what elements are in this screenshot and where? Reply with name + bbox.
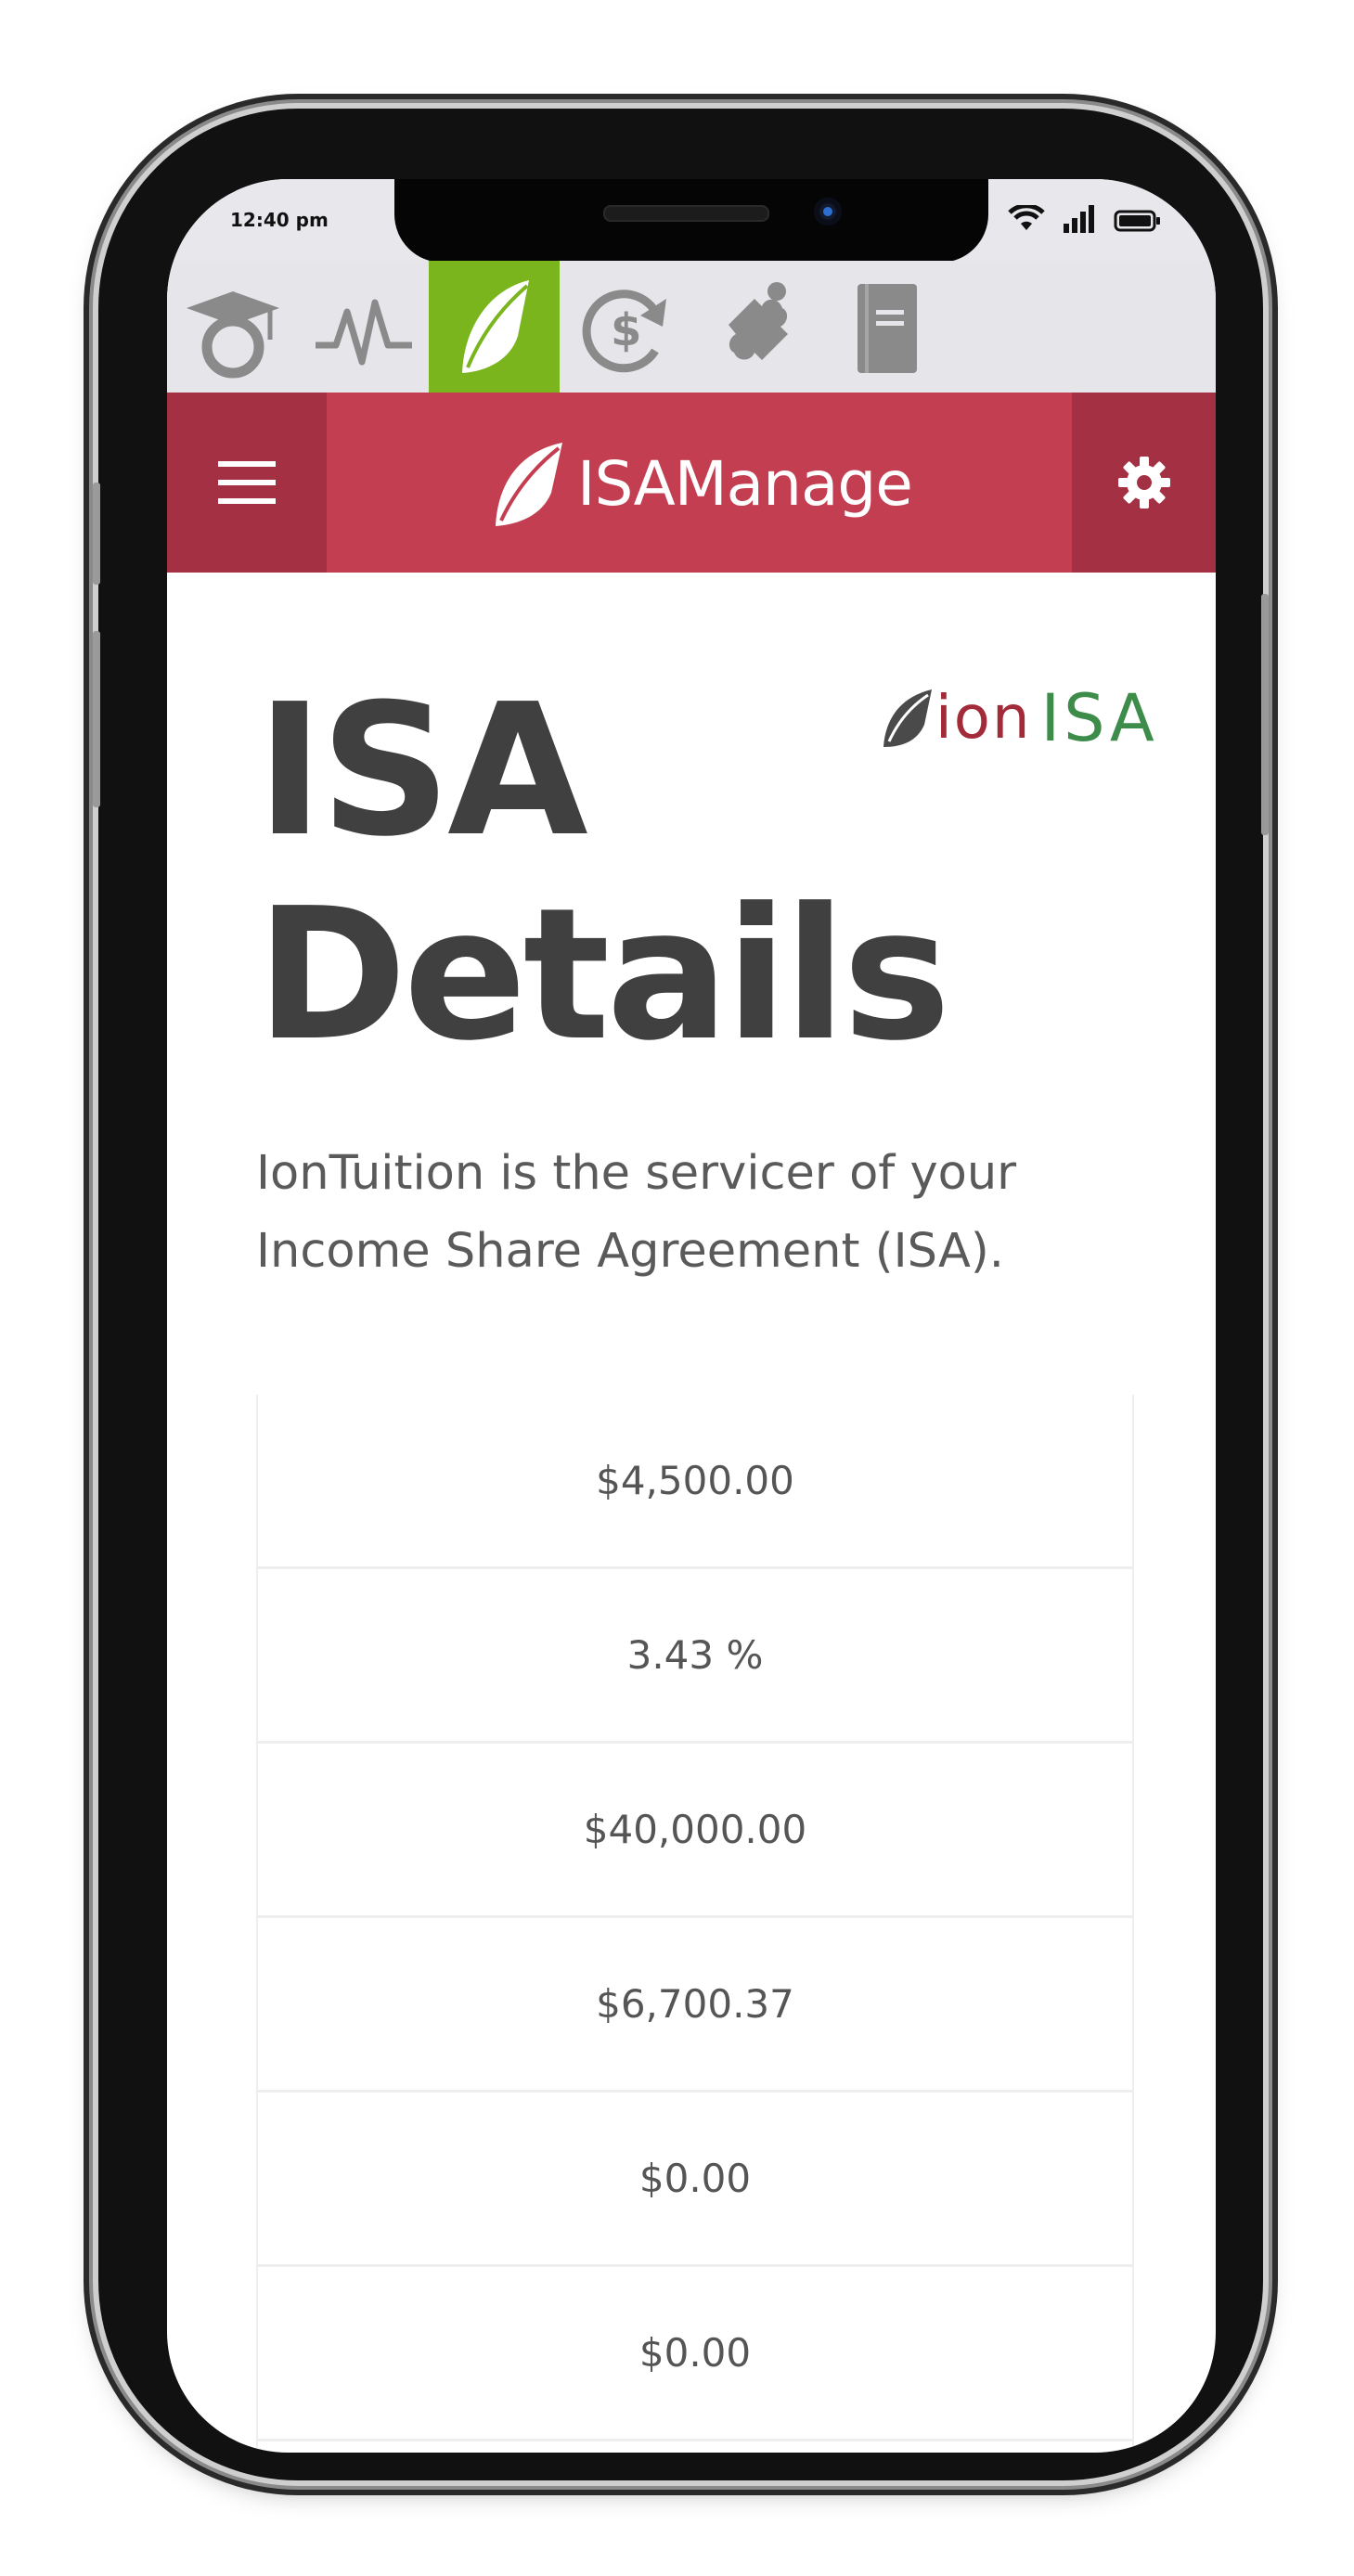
brand-logo: ISAManage bbox=[490, 439, 913, 528]
app-header: ISAManage bbox=[167, 393, 1216, 573]
svg-text:$: $ bbox=[611, 304, 641, 356]
table-row: $40,000.00 bbox=[258, 1744, 1132, 1918]
front-camera bbox=[814, 198, 842, 225]
tab-documents[interactable] bbox=[821, 261, 952, 393]
settings-button[interactable] bbox=[1072, 393, 1216, 573]
speaker-grille bbox=[603, 205, 769, 222]
table-row: $4,500.00 bbox=[258, 1395, 1132, 1569]
tab-activity[interactable] bbox=[298, 261, 429, 393]
pulse-icon bbox=[315, 299, 412, 366]
table-row: $0.00 bbox=[258, 2093, 1132, 2267]
page-subtitle: IonTuition is the servicer of your Incom… bbox=[256, 1146, 1017, 1279]
status-time: 12:40 pm bbox=[230, 209, 329, 231]
app-switcher-tabs: $ bbox=[167, 261, 1216, 393]
status-icons bbox=[1008, 205, 1162, 233]
menu-button[interactable] bbox=[167, 393, 327, 573]
table-row: $0.00 bbox=[258, 2267, 1132, 2441]
signal-icon bbox=[1064, 205, 1094, 233]
page-title: ISA Details bbox=[256, 665, 951, 1081]
tab-payments[interactable]: $ bbox=[560, 261, 690, 393]
tab-education[interactable] bbox=[167, 261, 298, 393]
isamanage-leaf-icon bbox=[496, 443, 562, 526]
phone-screen: 12:40 pm $ ISAManage ion ISA ISA Details… bbox=[167, 179, 1216, 2453]
isamanage-leaf-icon bbox=[461, 280, 529, 373]
table-row: $6,700.37 bbox=[258, 1918, 1132, 2093]
isa-details-table: $4,500.00 3.43 % $40,000.00 $6,700.37 $0… bbox=[256, 1395, 1134, 2453]
table-row: 3.43 % bbox=[258, 1569, 1132, 1744]
document-icon bbox=[857, 284, 917, 373]
battery-icon bbox=[1114, 210, 1160, 232]
puzzle-piece-icon bbox=[728, 282, 788, 360]
brand-name: ISAManage bbox=[577, 447, 913, 520]
graduation-cap-icon bbox=[186, 291, 279, 379]
gear-icon bbox=[1117, 457, 1170, 509]
hamburger-menu-icon bbox=[218, 461, 276, 504]
tab-isamanage[interactable] bbox=[429, 261, 560, 393]
phone-notch bbox=[394, 179, 988, 263]
table-row bbox=[258, 2441, 1132, 2453]
phone-side-button bbox=[1261, 594, 1269, 835]
wifi-icon bbox=[1008, 205, 1045, 230]
phone-side-button bbox=[93, 631, 100, 807]
dollar-refresh-icon: $ bbox=[582, 290, 666, 373]
phone-side-button bbox=[93, 483, 100, 585]
tab-integrations[interactable] bbox=[690, 261, 821, 393]
